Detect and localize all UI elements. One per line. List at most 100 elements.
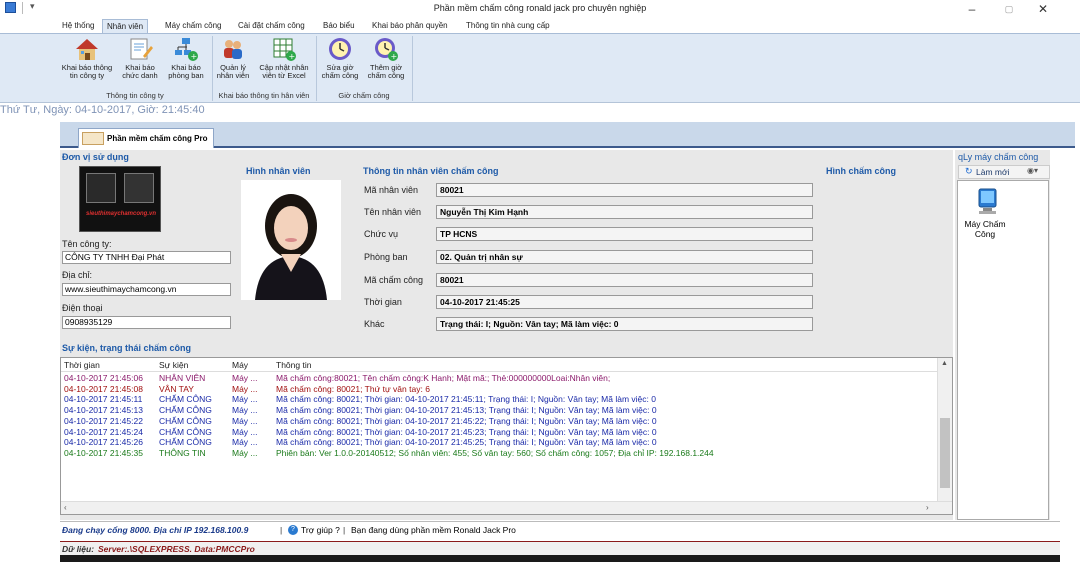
employee-id-value: 80021 — [436, 183, 813, 197]
scroll-right-icon[interactable]: › — [926, 503, 929, 512]
edit-doc-icon — [127, 36, 153, 62]
manage-employees-button[interactable]: Quản lý nhân viên — [214, 36, 252, 80]
tab-he-thong[interactable]: Hệ thống — [62, 19, 94, 34]
minimize-button[interactable]: – — [960, 2, 984, 18]
tab-bao-bieu[interactable]: Báo biểu — [323, 19, 355, 34]
employee-info-title: Thông tin nhân viên chấm công — [363, 166, 499, 176]
tab-khai-bao-phan-quyen[interactable]: Khai báo phân quyền — [372, 19, 448, 34]
tab-cai-dat-cham-cong[interactable]: Cài đặt chấm công — [238, 19, 305, 34]
time-value: 04-10-2017 21:45:25 — [436, 295, 813, 309]
cell-machine: Máy ... — [232, 415, 258, 426]
button-label: chức danh — [122, 71, 158, 80]
other-value: Trạng thái: I; Nguồn: Vân tay; Mã làm vi… — [436, 317, 813, 331]
employee-name-value: Nguyễn Thị Kim Hạnh — [436, 205, 813, 219]
department-value: 02. Quản trị nhân sự — [436, 250, 813, 264]
import-excel-button[interactable]: + Cập nhật nhân viên từ Excel — [254, 36, 314, 80]
vertical-scrollbar[interactable]: ▲ — [937, 358, 952, 501]
cell-time: 04-10-2017 21:45:24 — [64, 426, 143, 437]
scrollbar-thumb[interactable] — [940, 418, 950, 488]
logo-caption: sieuthimaychamcong.vn — [85, 211, 157, 217]
machine-item[interactable]: Máy Chấm Công — [960, 219, 1010, 239]
cell-time: 04-10-2017 21:45:08 — [64, 383, 143, 394]
cell-machine: Máy ... — [232, 383, 258, 394]
department-label: Phòng ban — [364, 252, 408, 262]
table-row[interactable]: 04-10-2017 21:45:22 CHẤM CÔNG Máy ... Mã ch… — [61, 416, 939, 427]
window-title: Phần mềm chấm công ronald jack pro chuyê… — [433, 3, 647, 13]
table-row[interactable]: 04-10-2017 21:45:26 CHẤM CÔNG Máy ... Mã ch… — [61, 437, 939, 448]
bottom-bar — [60, 555, 1060, 562]
tab-nhan-vien[interactable]: Nhân viên — [102, 19, 149, 34]
position-value: TP HCNS — [436, 227, 813, 241]
refresh-button[interactable]: Làm mới — [976, 167, 1009, 177]
cell-time: 04-10-2017 21:45:35 — [64, 447, 143, 458]
status-divider: | — [343, 525, 346, 535]
punch-image-title: Hình chấm công — [826, 166, 897, 176]
table-row[interactable]: 04-10-2017 21:45:24 CHẤM CÔNG Máy ... Mã ch… — [61, 427, 939, 438]
cell-machine: Máy ... — [232, 405, 258, 416]
table-row[interactable]: 04-10-2017 21:45:35 THÔNG TIN Máy ... Phiên… — [61, 448, 939, 459]
cell-info: Mã chấm công: 80021; Thứ tự vân tay: 6 — [276, 383, 430, 394]
edit-punch-time-button[interactable]: Sửa giờ chấm công — [320, 36, 360, 80]
close-button[interactable]: ✕ — [1031, 2, 1055, 18]
options-dropdown-icon[interactable]: ◉▾ — [1027, 166, 1038, 175]
refresh-icon[interactable]: ↻ — [965, 166, 973, 177]
tab-main-document[interactable]: Phần mềm chấm công Pro — [78, 128, 214, 148]
company-logo: sieuthimaychamcong.vn — [79, 166, 161, 232]
cell-time: 04-10-2017 21:45:11 — [64, 394, 143, 405]
device-keypad-icon — [124, 173, 154, 203]
column-header-info[interactable]: Thông tin — [276, 360, 311, 370]
employee-photo-title: Hình nhân viên — [246, 166, 311, 176]
company-name-field[interactable]: CÔNG TY TNHH Đại Phát — [62, 251, 231, 264]
cell-event: CHẤM CÔNG — [159, 426, 212, 437]
cell-time: 04-10-2017 21:45:26 — [64, 437, 143, 448]
cell-info: Mã chấm công: 80021; Thời gian: 04-10-20… — [276, 394, 656, 405]
column-header-event[interactable]: Sự kiện — [159, 360, 188, 370]
button-label: tin công ty — [69, 71, 105, 80]
header-divider — [61, 371, 939, 372]
cell-info: Mã chấm công: 80021; Thời gian: 04-10-20… — [276, 437, 657, 448]
button-label: chấm công — [321, 71, 359, 80]
horizontal-scrollbar[interactable]: ‹ › — [61, 501, 952, 514]
button-label: phòng ban — [168, 71, 204, 80]
table-row[interactable]: 04-10-2017 21:45:13 CHẤM CÔNG Máy ... Mã ch… — [61, 405, 939, 416]
column-header-machine[interactable]: Máy — [232, 360, 248, 370]
department-button[interactable]: + Khai báo phòng ban — [164, 36, 208, 80]
tab-thong-tin-nha-cung-cap[interactable]: Thông tin nhà cung cấp — [466, 19, 550, 34]
house-icon — [74, 36, 100, 62]
table-row[interactable]: 04-10-2017 21:45:11 CHẤM CÔNG Máy ... Mã ch… — [61, 394, 939, 405]
events-list[interactable]: Thời gian Sự kiện Máy Thông tin 04-10-20… — [60, 357, 953, 515]
cell-info: Mã chấm công: 80021; Thời gian: 04-10-20… — [276, 426, 657, 437]
cell-time: 04-10-2017 21:45:06 — [64, 373, 143, 383]
machine-toolbar: ↻ Làm mới ◉▾ — [958, 165, 1050, 179]
table-row[interactable]: 04-10-2017 21:45:06 NHÂN VIÊN Máy ... Mã ch… — [61, 373, 939, 384]
company-info-button[interactable]: Khai báo thông tin công ty — [60, 36, 114, 80]
usage-text: Bạn đang dùng phần mềm Ronald Jack Pro — [351, 525, 516, 535]
company-section-title: Đơn vị sử dụng — [62, 152, 129, 162]
phone-field[interactable]: 0908935129 — [62, 316, 231, 329]
cell-info: Mã chấm công:80021; Tên chấm công:K Hanh… — [276, 373, 611, 383]
monitor-icon[interactable] — [970, 188, 1004, 218]
job-title-button[interactable]: Khai báo chức danh — [118, 36, 162, 80]
group-label: Khai báo thông tin hân viên — [218, 91, 310, 100]
table-row[interactable]: 04-10-2017 21:45:08 VÂN TAY Máy ... Mã chấm… — [61, 384, 939, 395]
scroll-up-icon[interactable]: ▲ — [941, 360, 948, 367]
cell-time: 04-10-2017 21:45:13 — [64, 405, 143, 416]
help-icon[interactable]: ? — [288, 525, 298, 535]
cell-event: THÔNG TIN — [159, 447, 206, 458]
help-link[interactable]: Trợ giúp ? — [301, 522, 340, 538]
column-header-time[interactable]: Thời gian — [64, 360, 100, 370]
maximize-button[interactable]: ▢ — [997, 2, 1021, 18]
tab-label: Phần mềm chấm công Pro — [107, 134, 208, 143]
cell-machine: Máy ... — [232, 394, 258, 405]
tab-may-cham-cong[interactable]: Máy chấm công — [165, 19, 221, 34]
cell-info: Mã chấm công: 80021; Thời gian: 04-10-20… — [276, 415, 657, 426]
phone-label: Điện thoại — [62, 303, 103, 313]
cell-event: NHÂN VIÊN — [159, 373, 206, 383]
data-status-bar: Dữ liệu: Server:.\SQLEXPRESS. Data:PMCCP… — [60, 541, 1060, 555]
scroll-left-icon[interactable]: ‹ — [64, 503, 67, 512]
svg-text:+: + — [289, 52, 296, 61]
cell-event: CHẤM CÔNG — [159, 394, 212, 405]
punch-id-label: Mã chấm công — [364, 275, 424, 285]
address-field[interactable]: www.sieuthimaychamcong.vn — [62, 283, 231, 296]
add-punch-time-button[interactable]: + Thêm giờ chấm công — [364, 36, 408, 80]
